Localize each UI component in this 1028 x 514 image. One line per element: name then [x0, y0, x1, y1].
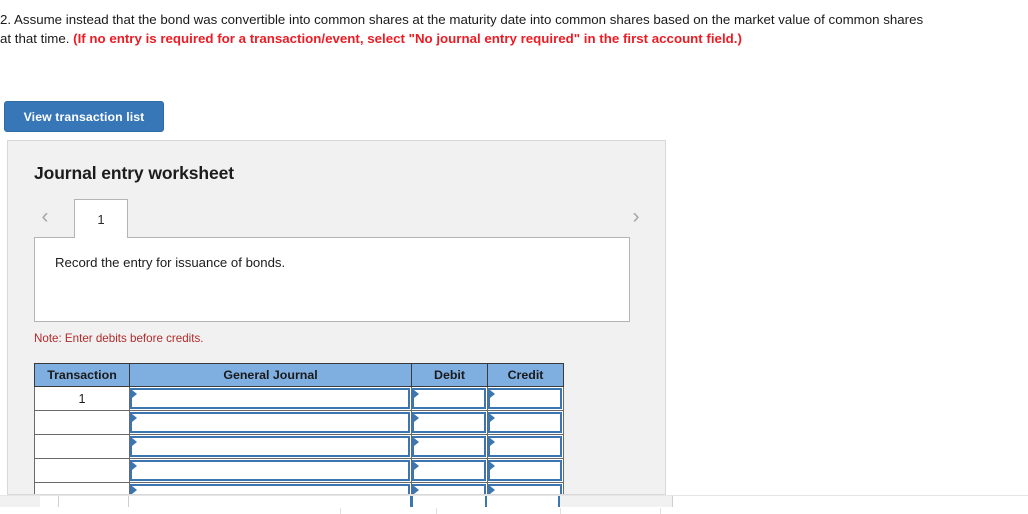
column-header-debit: Debit	[411, 363, 488, 387]
toolbar-segment-left	[0, 496, 40, 507]
account-name-input[interactable]	[130, 388, 410, 409]
table-row: 1	[34, 386, 564, 411]
toolbar-divider-3	[672, 496, 673, 507]
entry-description-box: Record the entry for issuance of bonds.	[34, 237, 630, 322]
debit-amount-input[interactable]	[412, 388, 486, 409]
dropdown-caret-icon[interactable]	[132, 390, 137, 398]
toolbar-segment-right	[560, 496, 672, 507]
credit-amount-input[interactable]	[488, 484, 562, 494]
bottom-toolbar	[0, 495, 1028, 514]
dropdown-caret-icon[interactable]	[132, 414, 137, 422]
table-row	[34, 458, 564, 483]
transaction-number-cell	[34, 458, 130, 483]
transaction-number-cell	[34, 434, 130, 459]
table-row	[34, 410, 564, 435]
worksheet-tab-1[interactable]: 1	[74, 199, 128, 238]
toolbar-divider-1	[58, 496, 59, 507]
dropdown-caret-icon[interactable]	[414, 414, 419, 422]
credit-amount-input[interactable]	[488, 412, 562, 433]
account-name-input-cell	[129, 386, 412, 411]
account-name-input-cell	[129, 434, 412, 459]
account-name-input[interactable]	[130, 460, 410, 481]
dropdown-caret-icon[interactable]	[414, 390, 419, 398]
chevron-right-icon[interactable]: ›	[625, 206, 647, 230]
debit-amount-input[interactable]	[412, 412, 486, 433]
transaction-number-cell	[34, 482, 130, 494]
debit-amount-input[interactable]	[412, 436, 486, 457]
question-prompt: 2. Assume instead that the bond was conv…	[0, 10, 935, 48]
journal-entry-worksheet-panel: Journal entry worksheet ‹ 1 › Record the…	[7, 140, 666, 495]
toolbar-lower-divider-4	[660, 508, 661, 514]
account-name-input-cell	[129, 410, 412, 435]
debit-amount-input[interactable]	[412, 460, 486, 481]
worksheet-title: Journal entry worksheet	[34, 163, 234, 183]
dropdown-caret-icon[interactable]	[490, 486, 495, 494]
debits-before-credits-note: Note: Enter debits before credits.	[34, 332, 204, 345]
credit-amount-input-cell	[487, 434, 564, 459]
credit-amount-input-cell	[487, 386, 564, 411]
dropdown-caret-icon[interactable]	[132, 486, 137, 494]
credit-amount-input[interactable]	[488, 436, 562, 457]
toolbar-lower-divider-2	[436, 508, 437, 514]
debit-amount-input-cell	[411, 386, 488, 411]
journal-entry-table: Transaction General Journal Debit Credit…	[34, 363, 564, 494]
account-name-input[interactable]	[130, 412, 410, 433]
dropdown-caret-icon[interactable]	[414, 486, 419, 494]
dropdown-caret-icon[interactable]	[490, 414, 495, 422]
dropdown-caret-icon[interactable]	[414, 462, 419, 470]
transaction-number-cell: 1	[34, 386, 130, 411]
debit-amount-input-cell	[411, 410, 488, 435]
column-header-credit: Credit	[487, 363, 564, 387]
dropdown-caret-icon[interactable]	[414, 438, 419, 446]
table-row	[34, 482, 564, 494]
debit-amount-input-cell	[411, 482, 488, 494]
toolbar-marker-2	[485, 496, 487, 507]
debit-amount-input-cell	[411, 434, 488, 459]
account-name-input[interactable]	[130, 436, 410, 457]
question-red-note: (If no entry is required for a transacti…	[73, 31, 742, 46]
transaction-number-cell	[34, 410, 130, 435]
credit-amount-input[interactable]	[488, 388, 562, 409]
column-header-transaction: Transaction	[34, 363, 130, 387]
table-row	[34, 434, 564, 459]
debit-amount-input-cell	[411, 458, 488, 483]
toolbar-lower-divider-3	[560, 508, 561, 514]
dropdown-caret-icon[interactable]	[132, 462, 137, 470]
credit-amount-input[interactable]	[488, 460, 562, 481]
journal-table-body: 1	[34, 386, 564, 494]
dropdown-caret-icon[interactable]	[490, 390, 495, 398]
dropdown-caret-icon[interactable]	[490, 462, 495, 470]
credit-amount-input-cell	[487, 482, 564, 494]
account-name-input-cell	[129, 458, 412, 483]
worksheet-tabs-strip: ‹ 1 ›	[34, 197, 644, 238]
chevron-left-icon[interactable]: ‹	[34, 206, 56, 230]
toolbar-marker-1	[410, 496, 413, 507]
toolbar-lower-divider-1	[340, 508, 341, 514]
credit-amount-input-cell	[487, 410, 564, 435]
account-name-input[interactable]	[130, 484, 410, 494]
toolbar-divider-2	[128, 496, 129, 507]
credit-amount-input-cell	[487, 458, 564, 483]
table-header-row: Transaction General Journal Debit Credit	[34, 363, 564, 387]
entry-description-text: Record the entry for issuance of bonds.	[55, 255, 286, 270]
debit-amount-input[interactable]	[412, 484, 486, 494]
dropdown-caret-icon[interactable]	[132, 438, 137, 446]
column-header-general-journal: General Journal	[129, 363, 412, 387]
dropdown-caret-icon[interactable]	[490, 438, 495, 446]
account-name-input-cell	[129, 482, 412, 494]
view-transaction-list-button[interactable]: View transaction list	[4, 101, 164, 132]
